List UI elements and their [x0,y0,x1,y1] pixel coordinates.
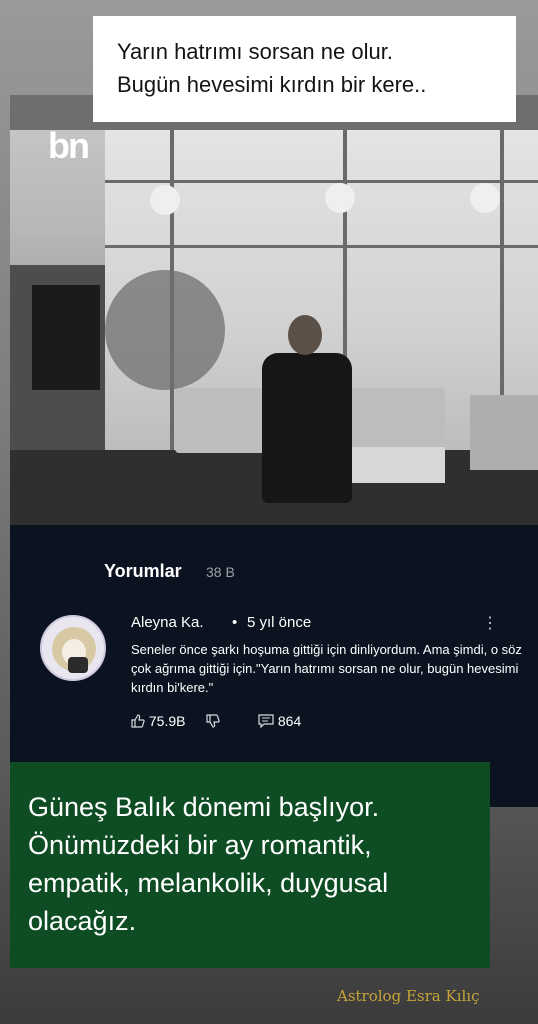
sofa-side [470,395,538,470]
lyric-line: Yarın hatrımı sorsan ne olur. [117,39,393,64]
video-frame[interactable]: bn [10,95,538,525]
comment-author[interactable]: Aleyna Ka. [131,614,204,631]
caption-line: Güneş Balık dönemi başlıyor. [28,792,380,822]
comments-count: 38 B [206,564,235,580]
window-transom [105,245,538,248]
comments-title: Yorumlar [104,561,182,581]
person-head [288,315,322,355]
like-count: 75.9B [148,713,186,729]
like-button[interactable]: 75.9B [131,713,185,729]
caption-line: empatik, melankolik, duygusal [28,868,389,898]
thumbs-down-icon [206,713,220,729]
more-options-icon[interactable]: ⋮ [482,613,498,633]
person-body [262,353,352,503]
comment-time: 5 yıl önce [247,614,312,631]
ceiling-lamp [150,185,180,215]
caption-line: Önümüzdeki bir ay romantik, [28,830,372,860]
avatar[interactable] [40,615,106,681]
channel-logo: bn [48,125,90,166]
comment-text: Seneler önce şarkı hoşuma gittiği için d… [131,642,522,695]
caption-line: olacağız. [28,906,137,936]
lyric-line: Bugün hevesimi kırdın bir kere.. [117,72,427,97]
reply-count: 864 [277,713,302,729]
plant [105,270,225,390]
television [32,285,100,390]
astrology-caption: Güneş Balık dönemi başlıyor. Önümüzdeki … [10,762,490,968]
thumbs-up-icon [131,713,149,729]
ceiling-lamp [470,183,500,213]
separator-dot: • [232,614,238,631]
window-transom [105,180,538,183]
reply-icon [258,713,278,729]
lyric-caption: Yarın hatrımı sorsan ne olur. Bugün heve… [93,16,516,122]
replies-button[interactable]: 864 [258,713,301,729]
signature: Astrolog Esra Kılıç [337,987,480,1005]
ceiling-lamp [325,183,355,213]
dislike-button[interactable] [206,713,220,729]
